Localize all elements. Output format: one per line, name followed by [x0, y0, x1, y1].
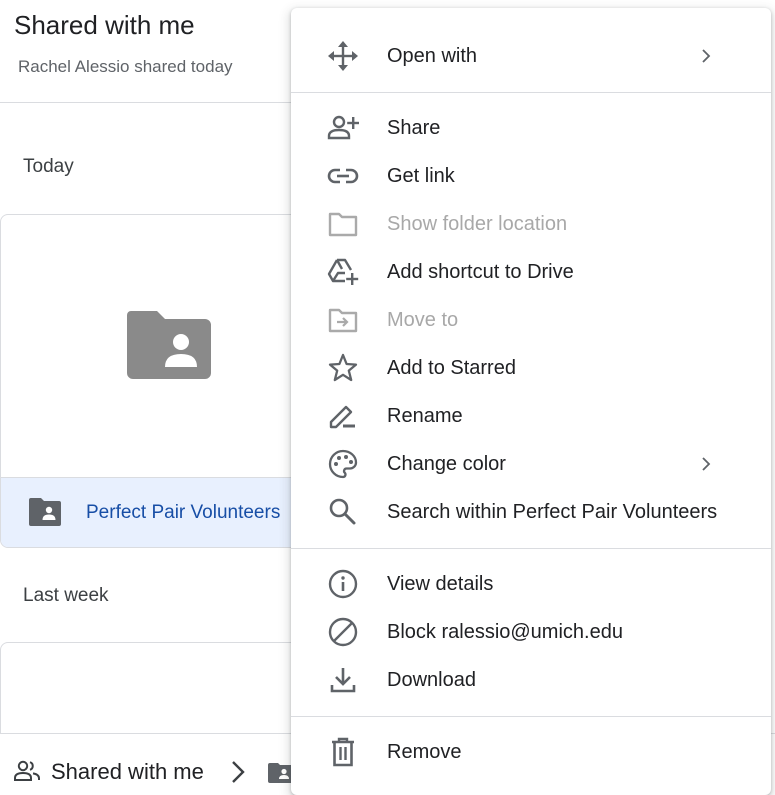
info-icon: [327, 569, 359, 599]
menu-item-label: View details: [387, 573, 494, 595]
pencil-icon: [327, 401, 359, 431]
menu-item-change-color[interactable]: Change color: [291, 440, 771, 488]
menu-item-label: Search within Perfect Pair Volunteers: [387, 501, 718, 523]
menu-item-label: Remove: [387, 741, 462, 763]
section-heading-today: Today: [23, 156, 74, 177]
menu-item-rename[interactable]: Rename: [291, 392, 771, 440]
menu-item-label: Add shortcut to Drive: [387, 261, 574, 283]
menu-item-add-shortcut[interactable]: Add shortcut to Drive: [291, 248, 771, 296]
download-icon: [327, 665, 359, 695]
menu-divider: [291, 548, 771, 549]
star-icon: [327, 353, 359, 383]
link-icon: [327, 161, 359, 191]
chevron-right-icon: [702, 49, 711, 63]
menu-item-label: Show folder location: [387, 213, 568, 235]
shared-folder-icon: [29, 498, 61, 526]
menu-item-label: Open with: [387, 45, 478, 67]
menu-item-label: Download: [387, 669, 476, 691]
trash-icon: [327, 737, 359, 767]
menu-item-label: Move to: [387, 309, 459, 331]
menu-item-label: Get link: [387, 165, 455, 187]
menu-item-label: Rename: [387, 405, 463, 427]
menu-item-share[interactable]: Share: [291, 104, 771, 152]
menu-item-show-folder-location[interactable]: Show folder location: [291, 200, 771, 248]
folder-card[interactable]: Perfect Pair Volunteers: [0, 214, 320, 548]
search-icon: [327, 497, 359, 527]
activity-subtitle: Rachel Alessio shared today: [18, 57, 233, 76]
folder-name: Perfect Pair Volunteers: [86, 502, 281, 523]
menu-item-view-details[interactable]: View details: [291, 560, 771, 608]
menu-item-download[interactable]: Download: [291, 656, 771, 704]
breadcrumb-root[interactable]: Shared with me: [51, 759, 204, 785]
block-icon: [327, 617, 359, 647]
person-add-icon: [327, 113, 359, 143]
chevron-right-icon: [702, 457, 711, 471]
folder-move-icon: [327, 305, 359, 335]
menu-item-search-within[interactable]: Search within Perfect Pair Volunteers: [291, 488, 771, 536]
palette-icon: [327, 449, 359, 479]
section-heading-last-week: Last week: [23, 585, 109, 606]
menu-item-label: Add to Starred: [387, 357, 516, 379]
menu-item-move-to[interactable]: Move to: [291, 296, 771, 344]
chevron-right-icon: [232, 761, 245, 783]
people-icon: [14, 760, 40, 781]
menu-item-label: Share: [387, 117, 441, 139]
header-divider: [0, 102, 300, 103]
menu-item-add-to-starred[interactable]: Add to Starred: [291, 344, 771, 392]
menu-item-open-with[interactable]: Open with: [291, 32, 771, 80]
context-menu: Open with Share Get link Show folder loc…: [291, 8, 771, 795]
folder-card-preview[interactable]: [1, 215, 319, 477]
menu-item-remove[interactable]: Remove: [291, 728, 771, 776]
menu-item-label: Block ralessio@umich.edu: [387, 621, 623, 643]
drive-shortcut-icon: [327, 257, 359, 287]
menu-divider: [291, 716, 771, 717]
menu-item-label: Change color: [387, 453, 506, 475]
page-title: Shared with me: [14, 10, 195, 40]
move-arrows-icon: [327, 41, 359, 71]
menu-item-block-user[interactable]: Block ralessio@umich.edu: [291, 608, 771, 656]
menu-item-get-link[interactable]: Get link: [291, 152, 771, 200]
folder-card-footer[interactable]: Perfect Pair Volunteers: [1, 477, 319, 547]
menu-divider: [291, 92, 771, 93]
folder-outline-icon: [327, 209, 359, 239]
shared-folder-icon: [127, 311, 211, 379]
